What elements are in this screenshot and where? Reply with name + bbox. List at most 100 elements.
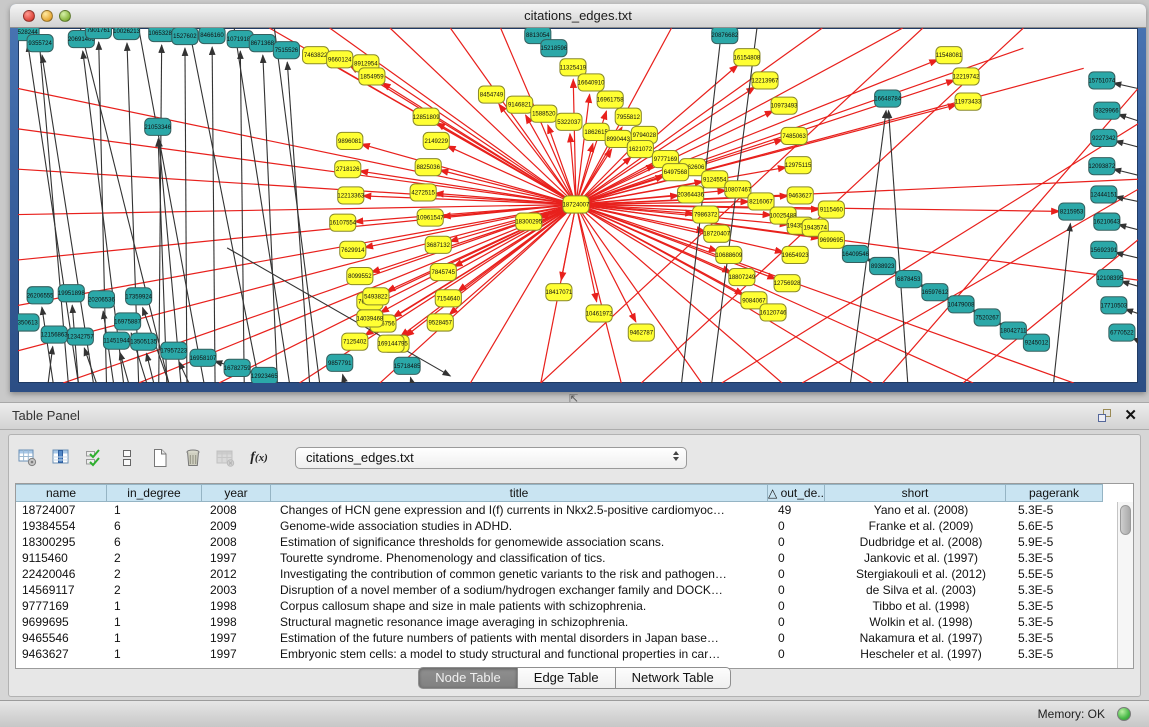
graph-node[interactable]: 10973493 <box>771 97 798 114</box>
graph-node[interactable]: 9857791 <box>327 354 353 371</box>
graph-node[interactable]: 16107554 <box>329 214 356 231</box>
network-window[interactable]: citations_edges.txt 85282449355724206914… <box>10 4 1146 392</box>
graph-node[interactable]: 9227342 <box>1091 129 1117 146</box>
graph-node[interactable]: 3687132 <box>425 236 451 253</box>
graph-node[interactable]: 7845745 <box>430 263 456 280</box>
table-row[interactable]: 977716911998Corpus callosum shape and si… <box>16 598 1117 614</box>
graph-node[interactable]: 10026213 <box>113 28 140 40</box>
table-row[interactable]: 1938455462009Genome-wide association stu… <box>16 518 1117 534</box>
graph-node[interactable]: 12975115 <box>785 157 812 174</box>
graph-node[interactable]: 8215953 <box>1059 203 1085 220</box>
graph-node[interactable]: 1527602 <box>172 28 198 45</box>
column-header-pagerank[interactable]: pagerank <box>1005 484 1103 502</box>
graph-node[interactable]: 17359924 <box>125 288 152 305</box>
graph-node[interactable]: 18720407 <box>703 225 730 242</box>
graph-node[interactable]: 18807249 <box>728 269 755 286</box>
graph-node[interactable]: 12342757 <box>67 328 94 345</box>
graph-node[interactable]: 8454749 <box>478 86 504 103</box>
graph-node[interactable]: 16409546 <box>842 245 869 262</box>
graph-node[interactable]: 16597612 <box>922 284 949 301</box>
close-window-button[interactable] <box>23 10 35 22</box>
graph-node[interactable]: 12851809 <box>413 108 440 125</box>
graph-node[interactable]: 7986372 <box>693 206 719 223</box>
graph-node[interactable]: 2718126 <box>335 161 361 178</box>
table-row[interactable]: 946554611997Estimation of the future num… <box>16 630 1117 646</box>
graph-node[interactable]: 6878453 <box>896 271 922 288</box>
delete-button[interactable] <box>180 445 206 471</box>
zoom-window-button[interactable] <box>59 10 71 22</box>
graph-node[interactable]: 7125402 <box>342 333 368 350</box>
graph-node[interactable]: 9329966 <box>1094 102 1120 119</box>
graph-node[interactable]: 7955812 <box>615 108 641 125</box>
table-row[interactable]: 911546021997Tourette syndrome. Phenomeno… <box>16 550 1117 566</box>
graph-node[interactable]: 8216067 <box>748 193 774 210</box>
graph-node[interactable]: 8825036 <box>415 159 441 176</box>
table-row[interactable]: 2242004622012Investigating the contribut… <box>16 566 1117 582</box>
table-row[interactable]: 1456911722003Disruption of a novel membe… <box>16 582 1117 598</box>
graph-node[interactable]: 12219742 <box>953 68 980 85</box>
graph-node[interactable]: 16975887 <box>114 313 141 330</box>
graph-node[interactable]: 16782759 <box>224 359 251 376</box>
column-header-in_degree[interactable]: in_degree <box>106 484 202 502</box>
graph-node[interactable]: 9896081 <box>337 132 363 149</box>
graph-node[interactable]: 10479008 <box>948 296 975 313</box>
function-button[interactable]: f(x) <box>246 445 272 471</box>
show-columns-button[interactable] <box>48 445 74 471</box>
graph-node[interactable]: 19951898 <box>58 285 85 302</box>
graph-node[interactable]: 7520267 <box>974 309 1000 326</box>
tab-node-table[interactable]: Node Table <box>418 667 518 689</box>
graph-node[interactable]: 9245012 <box>1023 334 1049 351</box>
graph-node[interactable]: 16958107 <box>190 349 217 366</box>
graph-node[interactable]: 15751074 <box>1088 72 1115 89</box>
graph-node[interactable]: 5322037 <box>556 113 582 130</box>
graph-node[interactable]: 18042711 <box>1000 322 1027 339</box>
graph-node[interactable]: 7485063 <box>781 127 807 144</box>
graph-node[interactable]: 6770522 <box>1109 324 1135 341</box>
graph-node[interactable]: 1621072 <box>627 140 653 157</box>
graph-node[interactable]: 12093872 <box>1088 158 1115 175</box>
graph-node[interactable]: 9699695 <box>818 231 844 248</box>
graph-node[interactable]: 15718485 <box>394 357 421 374</box>
table-row[interactable]: 969969511998Structural magnetic resonanc… <box>16 614 1117 630</box>
graph-node[interactable]: 17710503 <box>1100 297 1127 314</box>
graph-node[interactable]: 16648784 <box>874 90 901 107</box>
graph-node[interactable]: 12923465 <box>251 367 278 383</box>
tab-edge-table[interactable]: Edge Table <box>518 667 616 689</box>
graph-node[interactable]: 18417071 <box>545 284 572 301</box>
graph-node[interactable]: 11451944 <box>103 332 130 349</box>
graph-node[interactable]: 9124554 <box>702 171 728 188</box>
graph-node[interactable]: 8671368 <box>249 35 275 52</box>
graph-node[interactable]: 9115460 <box>818 201 844 218</box>
graph-node[interactable]: 1350613 <box>18 314 39 331</box>
merge-tables-button[interactable] <box>114 445 140 471</box>
graph-node[interactable]: 17957223 <box>160 342 187 359</box>
graph-node[interactable]: 8099552 <box>347 268 373 285</box>
graph-node[interactable]: 15692391 <box>1090 241 1117 258</box>
network-canvas[interactable]: 8528244935572420691406790176110026213106… <box>18 28 1138 383</box>
minimize-window-button[interactable] <box>41 10 53 22</box>
graph-node[interactable]: 18300295 <box>515 213 542 230</box>
table-row[interactable]: 946362711997Embryonic stem cells: a mode… <box>16 646 1117 662</box>
table-selector-dropdown[interactable]: citations_edges.txt <box>295 447 687 469</box>
scrollbar-thumb[interactable] <box>1120 505 1131 535</box>
graph-node[interactable]: 16640910 <box>578 74 605 91</box>
column-header-out_de[interactable]: △ out_de... <box>767 484 825 502</box>
graph-node[interactable]: 20206536 <box>88 291 115 308</box>
graph-node[interactable]: 12108395 <box>1096 270 1123 287</box>
graph-node[interactable]: 9463627 <box>787 187 813 204</box>
network-view[interactable]: 8528244935572420691406790176110026213106… <box>18 28 1138 383</box>
graph-node[interactable]: 12213363 <box>337 187 364 204</box>
graph-node[interactable]: 9355724 <box>27 35 53 52</box>
graph-node[interactable]: 13505135 <box>130 333 157 350</box>
graph-node[interactable]: 16154808 <box>734 49 761 66</box>
graph-node[interactable]: 16914479 <box>378 335 405 352</box>
graph-node[interactable]: 4272515 <box>410 184 436 201</box>
graph-node[interactable]: 14039468 <box>356 310 383 327</box>
graph-node[interactable]: 12756928 <box>774 275 801 292</box>
column-header-name[interactable]: name <box>15 484 107 502</box>
graph-node[interactable]: 10961547 <box>417 209 444 226</box>
graph-node[interactable]: 7463822 <box>303 47 329 64</box>
select-rows-button[interactable] <box>81 445 107 471</box>
graph-node[interactable]: 7154640 <box>435 290 461 307</box>
column-header-year[interactable]: year <box>201 484 271 502</box>
